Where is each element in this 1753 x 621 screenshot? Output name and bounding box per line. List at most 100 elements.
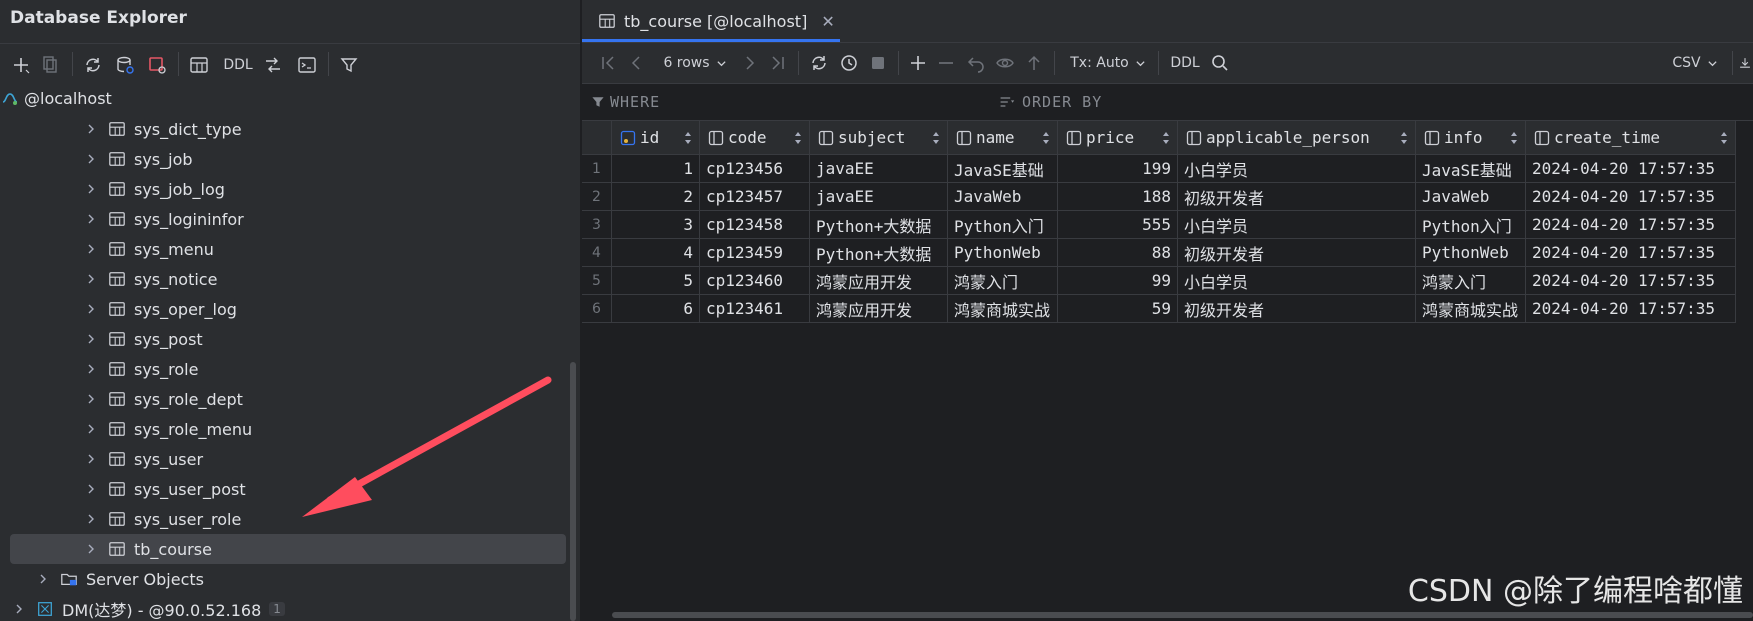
column-header-subject[interactable]: subject (810, 121, 948, 155)
cell-name[interactable]: Python入门 (948, 211, 1058, 239)
column-header-id[interactable]: id (612, 121, 700, 155)
cell-name[interactable]: 鸿蒙入门 (948, 267, 1058, 295)
cell-create-time[interactable]: 2024-04-20 17:57:35 (1526, 211, 1736, 239)
cell-code[interactable]: cp123456 (700, 155, 810, 183)
sort-arrows-icon[interactable] (793, 130, 803, 146)
order-by-filter[interactable]: ORDER BY (998, 93, 1102, 111)
tree-item-table[interactable]: sys_dict_type (84, 115, 242, 143)
tree-item-table[interactable]: sys_role_menu (84, 415, 252, 443)
column-header-applicable-person[interactable]: applicable_person (1178, 121, 1416, 155)
chevron-right-icon[interactable] (84, 392, 98, 406)
chevron-right-icon[interactable] (84, 242, 98, 256)
cell-subject[interactable]: javaEE (810, 183, 948, 211)
cell-subject[interactable]: javaEE (810, 155, 948, 183)
chevron-right-icon[interactable] (84, 512, 98, 526)
add-row-icon[interactable] (908, 52, 928, 74)
cell-info[interactable]: Python入门 (1416, 211, 1526, 239)
tree-item-table[interactable]: sys_job_log (84, 175, 225, 203)
cell-info[interactable]: JavaWeb (1416, 183, 1526, 211)
console-icon[interactable] (296, 54, 318, 76)
tree-item-table[interactable]: sys_notice (84, 265, 217, 293)
tree-item-table[interactable]: sys_logininfor (84, 205, 244, 233)
cell-name[interactable]: PythonWeb (948, 239, 1058, 267)
sort-arrows-icon[interactable] (1509, 130, 1519, 146)
cell-id[interactable]: 3 (612, 211, 700, 239)
refresh-icon[interactable] (82, 54, 104, 76)
chevron-right-icon[interactable] (84, 182, 98, 196)
chevron-right-icon[interactable] (84, 422, 98, 436)
chevron-right-icon[interactable] (84, 332, 98, 346)
copy-icon[interactable] (40, 54, 62, 76)
cell-info[interactable]: 鸿蒙商城实战 (1416, 295, 1526, 323)
cell-price[interactable]: 188 (1058, 183, 1178, 211)
cell-price[interactable]: 555 (1058, 211, 1178, 239)
close-tab-icon[interactable]: ✕ (821, 12, 834, 31)
cell-create-time[interactable]: 2024-04-20 17:57:35 (1526, 295, 1736, 323)
cell-applicable-person[interactable]: 初级开发者 (1178, 239, 1416, 267)
tree-item-table[interactable]: sys_role_dept (84, 385, 243, 413)
add-icon[interactable] (10, 54, 32, 76)
column-header-info[interactable]: info (1416, 121, 1526, 155)
database-settings-icon[interactable] (114, 54, 136, 76)
preview-icon[interactable] (994, 52, 1016, 74)
tree-item-dm-datasource[interactable]: DM(达梦) - @90.0.52.168 1 (12, 595, 285, 621)
cell-price[interactable]: 199 (1058, 155, 1178, 183)
cell-applicable-person[interactable]: 小白学员 (1178, 267, 1416, 295)
row-number[interactable]: 2 (582, 183, 612, 211)
cell-name[interactable]: 鸿蒙商城实战 (948, 295, 1058, 323)
cell-code[interactable]: cp123458 (700, 211, 810, 239)
row-number[interactable]: 4 (582, 239, 612, 267)
cell-info[interactable]: 鸿蒙入门 (1416, 267, 1526, 295)
rows-selector[interactable]: 6 rows (660, 52, 730, 74)
delete-row-icon[interactable] (936, 52, 956, 74)
row-number[interactable]: 6 (582, 295, 612, 323)
cell-id[interactable]: 1 (612, 155, 700, 183)
tree-item-server-objects[interactable]: Server Objects (36, 565, 204, 593)
sort-arrows-icon[interactable] (1161, 130, 1171, 146)
tree-item-table[interactable]: sys_user_post (84, 475, 246, 503)
revert-icon[interactable] (966, 52, 986, 74)
tree-item-table[interactable]: sys_job (84, 145, 193, 173)
cell-create-time[interactable]: 2024-04-20 17:57:35 (1526, 183, 1736, 211)
cell-create-time[interactable]: 2024-04-20 17:57:35 (1526, 267, 1736, 295)
where-filter[interactable]: WHERE (590, 93, 660, 111)
sort-arrows-icon[interactable] (931, 130, 941, 146)
disconnect-icon[interactable] (146, 54, 168, 76)
row-number[interactable]: 1 (582, 155, 612, 183)
sort-arrows-icon[interactable] (683, 130, 693, 146)
row-number[interactable]: 5 (582, 267, 612, 295)
cell-create-time[interactable]: 2024-04-20 17:57:35 (1526, 239, 1736, 267)
cell-applicable-person[interactable]: 初级开发者 (1178, 295, 1416, 323)
chevron-right-icon[interactable] (36, 572, 50, 586)
chevron-right-icon[interactable] (84, 212, 98, 226)
tree-item-table[interactable]: sys_user_role (84, 505, 241, 533)
cell-code[interactable]: cp123460 (700, 267, 810, 295)
grid-horizontal-scrollbar[interactable] (612, 612, 1753, 618)
column-header-price[interactable]: price (1058, 121, 1178, 155)
cell-id[interactable]: 2 (612, 183, 700, 211)
tree-item-table[interactable]: sys_role (84, 355, 198, 383)
cell-id[interactable]: 4 (612, 239, 700, 267)
chevron-right-icon[interactable] (12, 602, 26, 616)
cell-name[interactable]: JavaWeb (948, 183, 1058, 211)
chevron-right-icon[interactable] (84, 482, 98, 496)
download-icon[interactable] (1738, 52, 1752, 74)
search-icon[interactable] (1210, 52, 1230, 74)
tree-root-localhost[interactable]: @localhost (0, 84, 112, 112)
stop-icon[interactable] (868, 52, 888, 74)
column-header-code[interactable]: code (700, 121, 810, 155)
sort-arrows-icon[interactable] (1041, 130, 1051, 146)
tree-item-table[interactable]: sys_menu (84, 235, 214, 263)
chevron-right-icon[interactable] (84, 302, 98, 316)
cell-applicable-person[interactable]: 小白学员 (1178, 211, 1416, 239)
next-page-icon[interactable] (740, 52, 760, 74)
transaction-mode-selector[interactable]: Tx: Auto (1068, 52, 1148, 74)
tree-item-table[interactable]: sys_post (84, 325, 203, 353)
cell-price[interactable]: 59 (1058, 295, 1178, 323)
sort-arrows-icon[interactable] (1719, 130, 1729, 146)
column-header-create-time[interactable]: create_time (1526, 121, 1736, 155)
submit-icon[interactable] (1024, 52, 1044, 74)
tree-item-table[interactable]: sys_user (84, 445, 203, 473)
cell-id[interactable]: 5 (612, 267, 700, 295)
cell-subject[interactable]: 鸿蒙应用开发 (810, 295, 948, 323)
